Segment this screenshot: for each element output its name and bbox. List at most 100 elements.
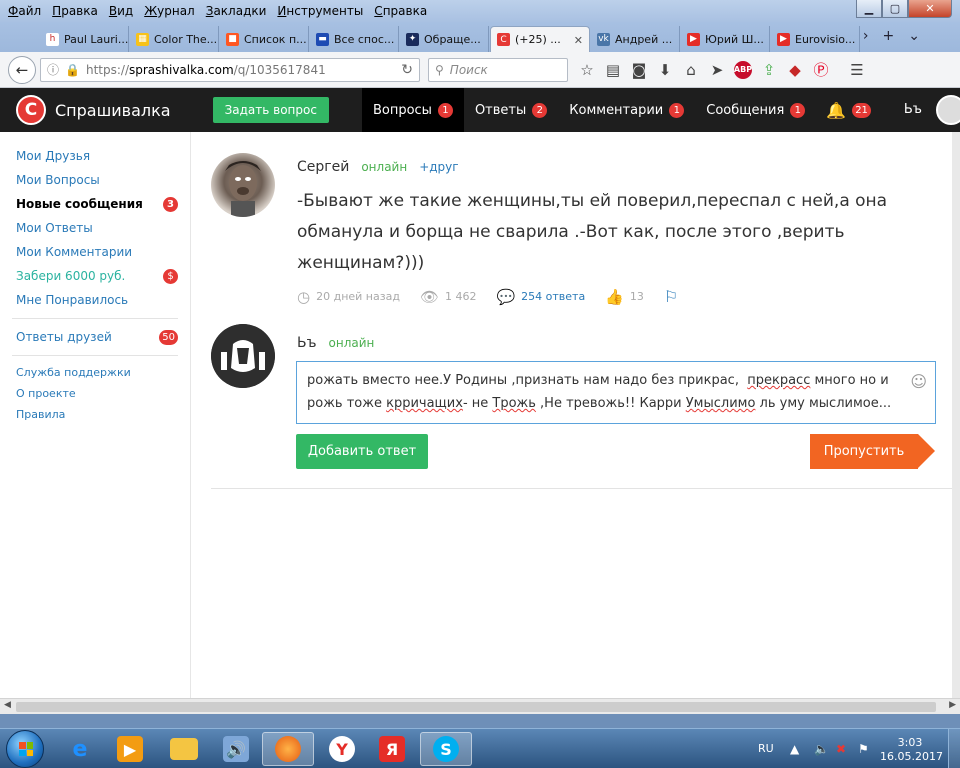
site-nav-item[interactable]: Комментарии 1 [558,88,695,132]
menu-tools[interactable]: Инструменты [277,4,363,18]
menu-help[interactable]: Справка [374,4,427,18]
taskbar-skype[interactable]: S [420,732,472,766]
windows-logo-icon [19,742,33,756]
scroll-left-icon[interactable]: ◀ [4,700,11,710]
question-author-avatar[interactable] [211,153,275,217]
back-button[interactable]: ← [8,55,36,84]
sidebar-item[interactable]: Мне Понравилось [0,288,190,312]
sidebar-item[interactable]: Мои Комментарии [0,240,190,264]
sidebar-item[interactable]: Мои Ответы [0,216,190,240]
horizontal-scroll-thumb[interactable] [16,702,936,712]
search-input[interactable]: ⚲ Поиск [428,57,568,82]
taskbar-yandex-browser[interactable]: Y [316,732,368,766]
clock[interactable]: 3:03 16.05.2017 [880,736,943,764]
hamburger-menu-icon[interactable]: ☰ [844,59,870,80]
menu-file[interactable]: Файл [8,4,41,18]
bookmark-star-icon[interactable]: ☆ [574,59,600,80]
answers-count-text: 254 ответа [521,290,586,303]
site-name[interactable]: Спрашивалка [55,101,171,120]
footer-link-rules[interactable]: Правила [0,404,190,425]
menu-view[interactable]: Вид [109,4,133,18]
menu-history[interactable]: Журнал [144,4,195,18]
question-author-name[interactable]: Сергей [297,159,349,175]
skip-button-arrow[interactable] [918,434,935,468]
add-answer-button[interactable]: Добавить ответ [296,434,428,469]
taskbar-volume-app[interactable]: 🔊 [210,732,262,766]
site-nav-item[interactable]: Вопросы 1 [361,88,464,132]
address-bar[interactable]: ⓘ 🔒 https:// sprashivalka.com /q/1035617… [40,57,420,82]
taskbar-firefox[interactable] [262,732,314,766]
pinterest-icon[interactable]: Ⓟ [808,59,834,80]
site-nav-item[interactable]: Ответы 2 [464,88,558,132]
browser-tab[interactable]: C (+25) ... ✕ [490,26,590,52]
home-icon[interactable]: ⌂ [678,59,704,80]
browser-tab[interactable]: ▬ Все спос... [310,26,399,52]
show-desktop-button[interactable] [948,729,960,768]
sidebar-item[interactable]: Мои Друзья [0,144,190,168]
new-tab-icon[interactable]: + [883,28,895,44]
browser-tab[interactable]: ■ Список п... [220,26,309,52]
add-friend-link[interactable]: +друг [419,160,458,174]
answers-count-link[interactable]: 💬 254 ответа [496,288,585,306]
info-icon[interactable]: ⓘ [47,61,59,78]
tab-scroll-right-icon[interactable]: › [863,28,869,44]
scroll-right-icon[interactable]: ▶ [949,700,956,710]
browser-tab[interactable]: ▶ Юрий Ш... [681,26,770,52]
user-nick[interactable]: Ьъ [904,102,922,117]
vertical-scrollbar[interactable] [952,132,960,698]
tab-favicon-icon: ▶ [687,32,700,46]
menu-bookmarks[interactable]: Закладки [206,4,267,18]
emoji-icon[interactable]: ☺ [910,370,927,393]
browser-tab[interactable]: ✦ Обраще... [400,26,489,52]
start-button[interactable] [6,730,44,768]
minimize-button[interactable]: ▁ [856,0,882,18]
sidebar-item[interactable]: Забери 6000 руб. $ [0,264,190,288]
skip-button[interactable]: Пропустить [810,434,918,469]
volume-tray-icon[interactable]: 🔈 [814,742,829,756]
browser-tab[interactable]: ▶ Eurovisio... [771,26,860,52]
taskbar-explorer[interactable] [158,732,210,766]
sidebar-badge: $ [163,269,178,284]
extension-icon[interactable]: ◆ [782,59,808,80]
online-status: онлайн [328,336,375,350]
send-icon[interactable]: ➤ [704,59,730,80]
maximize-button[interactable]: ▢ [882,0,908,18]
sidebar-item[interactable]: Новые сообщения 3 [0,192,190,216]
reading-list-icon[interactable]: ▤ [600,59,626,80]
notifications[interactable]: 🔔 21 [826,101,871,120]
pocket-icon[interactable]: ◙ [626,59,652,80]
answer-author-name[interactable]: Ьъ [297,335,317,351]
flag-tray-icon[interactable]: ⚑ [858,742,869,756]
user-avatar[interactable] [936,95,960,125]
like-button[interactable]: 👍 13 [605,288,644,306]
close-window-button[interactable]: ✕ [908,0,952,18]
browser-tab[interactable]: vk Андрей ... [591,26,680,52]
tab-close-icon[interactable]: ✕ [574,34,583,47]
site-logo-icon[interactable]: C [16,95,46,125]
network-tray-icon[interactable]: ✖ [836,742,846,756]
menu-edit[interactable]: Правка [52,4,98,18]
adblock-icon[interactable]: ABP [730,59,756,80]
taskbar-media-player[interactable]: ▶ [104,732,156,766]
taskbar-ie[interactable]: e [54,732,106,766]
sidebar-item-friends-answers[interactable]: Ответы друзей 50 [0,325,190,349]
download-icon[interactable]: ⬇ [652,59,678,80]
footer-link-about[interactable]: О проекте [0,383,190,404]
ask-question-button[interactable]: Задать вопрос [212,97,329,123]
footer-link-support[interactable]: Служба поддержки [0,362,190,383]
tab-list-icon[interactable]: ⌄ [908,28,920,44]
taskbar-yandex[interactable]: Я [366,732,418,766]
current-user-avatar[interactable] [211,324,275,388]
browser-tab[interactable]: ▦ Color The... [130,26,219,52]
search-icon: ⚲ [435,62,444,77]
site-nav-item[interactable]: Сообщения 1 [695,88,816,132]
sidebar-item[interactable]: Мои Вопросы [0,168,190,192]
share-icon[interactable]: ⇪ [756,59,782,80]
horizontal-scrollbar[interactable]: ◀ ▶ [0,698,960,714]
language-indicator[interactable]: RU [758,742,774,755]
tray-expand-icon[interactable]: ▲ [790,742,799,756]
browser-tab[interactable]: h Paul Lauri... [40,26,129,52]
report-button[interactable]: ⚐ [664,287,678,306]
answer-input[interactable]: рожать вместо нее.У Родины ,признать нам… [296,361,936,424]
reload-icon[interactable]: ↻ [401,62,413,78]
